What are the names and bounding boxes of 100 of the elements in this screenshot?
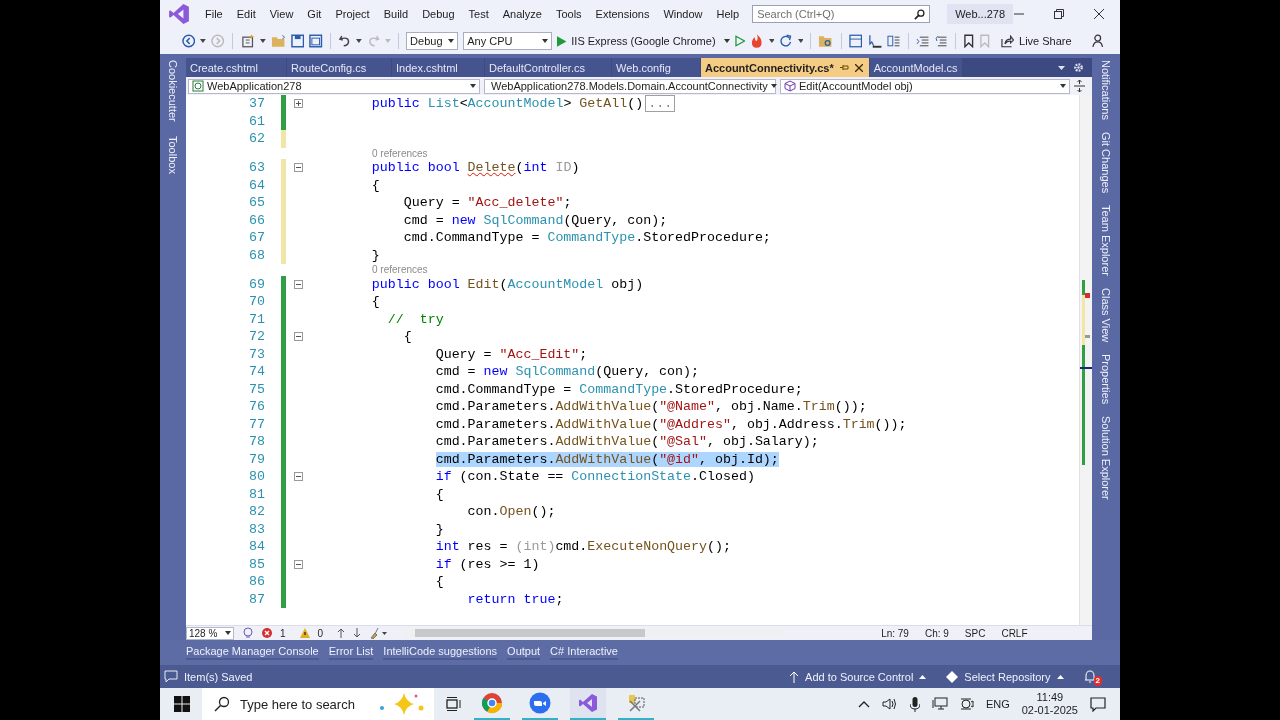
network-icon[interactable]: [931, 697, 948, 711]
menu-item[interactable]: Test: [461, 8, 496, 20]
side-panel-tab[interactable]: Solution Explorer: [1100, 416, 1112, 501]
window-icon[interactable]: [848, 34, 863, 48]
caret-icon[interactable]: [797, 39, 804, 43]
caret-icon[interactable]: [259, 39, 266, 43]
live-share-button[interactable]: Live Share: [1019, 35, 1072, 47]
scrollbar[interactable]: [1079, 95, 1092, 625]
indent-icon[interactable]: [934, 34, 948, 48]
folder-search-icon[interactable]: [818, 34, 834, 48]
horizontal-scrollbar[interactable]: [405, 629, 786, 637]
save-all-icon[interactable]: [309, 34, 323, 48]
caret-icon[interactable]: [768, 39, 775, 43]
play-icon[interactable]: [556, 35, 567, 47]
document-tab[interactable]: RouteConfig.cs: [287, 58, 391, 77]
menu-item[interactable]: Analyze: [495, 8, 549, 20]
camera-icon[interactable]: [959, 697, 974, 711]
git-icon[interactable]: [946, 670, 959, 683]
document-tab[interactable]: Web.config: [612, 58, 700, 77]
platform-dropdown[interactable]: Any CPU: [463, 32, 552, 50]
brush-icon[interactable]: [369, 627, 388, 639]
run-target-dropdown[interactable]: IIS Express (Google Chrome): [571, 35, 730, 47]
repository-button[interactable]: Select Repository: [964, 670, 1051, 683]
search-icon[interactable]: [914, 9, 926, 20]
side-panel-tab[interactable]: Cookiecutter: [167, 60, 179, 122]
tool-window-tab[interactable]: IntelliCode suggestions: [383, 645, 498, 660]
clock-date[interactable]: 02-01-2025: [1021, 704, 1078, 717]
menu-item[interactable]: Help: [709, 8, 747, 20]
new-item-icon[interactable]: [239, 33, 255, 49]
caret-up-icon[interactable]: [919, 674, 927, 679]
caret-up-icon[interactable]: [1056, 674, 1064, 679]
menu-item[interactable]: Git: [300, 8, 329, 20]
intellicode-icon[interactable]: [242, 627, 254, 639]
menu-item[interactable]: Tools: [548, 8, 589, 20]
caret-icon[interactable]: [356, 39, 362, 43]
document-tab[interactable]: AccountModel.cs: [869, 58, 962, 77]
layout-icon[interactable]: [887, 34, 901, 48]
side-panel-tab[interactable]: Toolbox: [167, 135, 179, 174]
notification-center-icon[interactable]: [1090, 696, 1106, 712]
menu-item[interactable]: View: [262, 8, 301, 20]
tool-window-tab[interactable]: Error List: [328, 645, 374, 660]
task-view-icon[interactable]: [446, 697, 462, 711]
feedback-icon[interactable]: [1090, 33, 1106, 49]
whitespace-indicator[interactable]: SPC: [964, 627, 986, 639]
caret-icon[interactable]: [200, 39, 207, 43]
input-language[interactable]: ENG: [985, 698, 1010, 710]
split-icon[interactable]: [1074, 80, 1085, 92]
collapse-icon[interactable]: [294, 332, 303, 342]
tool-window-tab[interactable]: Output: [507, 645, 541, 660]
menu-item[interactable]: Build: [376, 8, 416, 20]
collapse-icon[interactable]: [294, 559, 303, 569]
expand-icon[interactable]: [294, 99, 303, 109]
menu-item[interactable]: File: [198, 8, 230, 20]
reference-count[interactable]: 0 references: [308, 264, 428, 276]
windows-start-icon[interactable]: [174, 696, 190, 712]
menu-item[interactable]: Debug: [415, 8, 462, 20]
line-ending-indicator[interactable]: CRLF: [1001, 627, 1028, 639]
reference-count[interactable]: 0 references: [308, 147, 428, 159]
refresh-icon[interactable]: [779, 34, 793, 48]
solution-name[interactable]: Web...278: [947, 4, 1014, 24]
warning-count[interactable]: 0: [317, 627, 324, 639]
zoom-dropdown[interactable]: 128 %: [186, 626, 234, 640]
up-arrow-icon[interactable]: [337, 628, 346, 638]
speaker-icon[interactable]: [881, 697, 898, 711]
outdent-icon[interactable]: [915, 34, 930, 48]
document-tab[interactable]: AccountConnectivity.cs*: [701, 58, 838, 77]
play-outline-icon[interactable]: [734, 35, 746, 47]
side-panel-tab[interactable]: Team Explorer: [1100, 205, 1112, 276]
setup-tool-icon[interactable]: [626, 693, 646, 713]
document-tab[interactable]: Create.cshtml: [186, 58, 286, 77]
back-icon[interactable]: [182, 34, 196, 48]
share-icon[interactable]: [1000, 34, 1015, 48]
side-panel-tab[interactable]: Properties: [1100, 354, 1112, 405]
clock-time[interactable]: 11:49: [1036, 691, 1064, 704]
document-tab[interactable]: DefaultController.cs: [485, 58, 611, 77]
save-icon[interactable]: [291, 34, 305, 48]
source-control-button[interactable]: Add to Source Control: [805, 670, 914, 683]
pin-icon[interactable]: [839, 63, 849, 72]
tool-window-tab[interactable]: C# Interactive: [550, 645, 618, 660]
side-panel-tab[interactable]: Class View: [1100, 288, 1112, 343]
visual-studio-app-icon[interactable]: [578, 693, 598, 713]
browser-icon[interactable]: [481, 692, 503, 714]
error-count[interactable]: 1: [280, 627, 286, 639]
caret-up-icon[interactable]: [857, 700, 870, 708]
collapse-icon[interactable]: [294, 472, 303, 482]
undo-icon[interactable]: [337, 34, 352, 48]
tool-window-tab[interactable]: Package Manager Console: [186, 645, 319, 660]
down-arrow-icon[interactable]: [353, 628, 362, 638]
configuration-dropdown[interactable]: Debug: [406, 32, 459, 50]
close-icon[interactable]: [854, 63, 863, 72]
restore-icon[interactable]: [1054, 9, 1064, 19]
video-call-app-icon[interactable]: [529, 692, 551, 714]
menu-item[interactable]: Extensions: [588, 8, 657, 20]
bookmark-icon[interactable]: [962, 34, 975, 48]
settings-icon[interactable]: [1073, 62, 1084, 73]
taskbar-search-field[interactable]: Type here to search: [202, 688, 434, 720]
collapse-icon[interactable]: [294, 163, 303, 173]
bell-icon[interactable]: [1083, 670, 1096, 683]
tab-list-icon[interactable]: [1058, 65, 1065, 70]
microphone-icon[interactable]: [909, 696, 920, 712]
